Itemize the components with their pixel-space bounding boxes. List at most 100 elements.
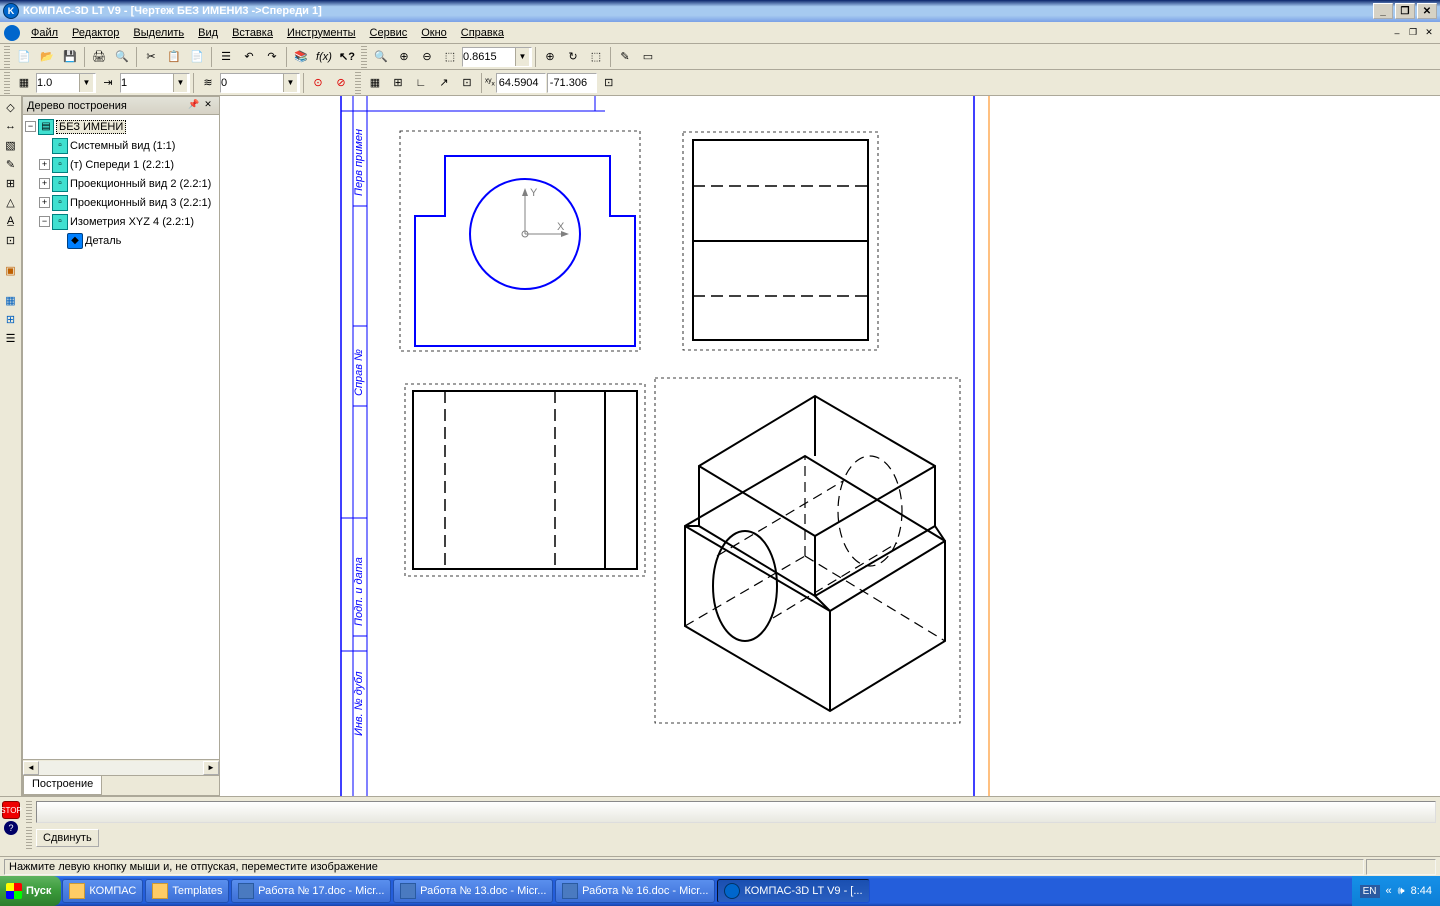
maximize-button[interactable]: ❐ — [1395, 3, 1415, 19]
snap-on-icon[interactable]: ⊙ — [307, 72, 329, 94]
new-icon[interactable]: 📄 — [13, 46, 35, 68]
tree-item[interactable]: + ▫ Проекционный вид 2 (2.2:1) — [25, 174, 217, 193]
views-icon[interactable]: ▣ — [2, 261, 20, 279]
menu-help[interactable]: Справка — [454, 25, 511, 41]
layer-combo[interactable]: ▼ — [220, 73, 300, 93]
print-icon[interactable]: 🖨 — [88, 46, 110, 68]
dims-icon[interactable]: ↔ — [2, 117, 20, 135]
local-cs-icon[interactable]: ∟ — [410, 72, 432, 94]
tree-item[interactable]: + ▫ (т) Спереди 1 (2.2:1) — [25, 155, 217, 174]
menu-view[interactable]: Вид — [191, 25, 225, 41]
taskbar-item-active[interactable]: КОМПАС-3D LT V9 - [... — [717, 879, 869, 903]
zoom-input[interactable] — [463, 49, 515, 65]
zoom-in-icon[interactable]: ⊕ — [393, 46, 415, 68]
grid-icon[interactable]: ▦ — [364, 72, 386, 94]
grip[interactable] — [361, 46, 367, 68]
taskbar-item[interactable]: КОМПАС — [62, 879, 143, 903]
undo-icon[interactable]: ↶ — [238, 46, 260, 68]
tab-build[interactable]: Построение — [23, 776, 102, 795]
spec-icon[interactable]: ▦ — [2, 291, 20, 309]
doc-close[interactable]: ✕ — [1422, 26, 1436, 40]
refresh-icon[interactable]: ▭ — [637, 46, 659, 68]
menu-window[interactable]: Окно — [414, 25, 454, 41]
taskbar-item[interactable]: Работа № 16.doc - Micr... — [555, 879, 715, 903]
tree-item[interactable]: + ▫ Проекционный вид 3 (2.2:1) — [25, 193, 217, 212]
step-icon[interactable]: ⇥ — [97, 72, 119, 94]
pan-icon[interactable]: ⊕ — [539, 46, 561, 68]
coord-x-input[interactable] — [496, 73, 546, 93]
tray-chevron-icon[interactable]: « — [1386, 885, 1392, 897]
tray-icon[interactable]: 🕪 — [1398, 885, 1405, 898]
table-icon[interactable]: ⊞ — [2, 310, 20, 328]
taskbar-item[interactable]: Работа № 13.doc - Micr... — [393, 879, 553, 903]
state-icon[interactable]: ▦ — [13, 72, 35, 94]
geometry-icon[interactable]: ◇ — [2, 98, 20, 116]
grip[interactable] — [26, 801, 32, 823]
menu-insert[interactable]: Вставка — [225, 25, 280, 41]
menu-select[interactable]: Выделить — [126, 25, 191, 41]
layer-input[interactable] — [221, 75, 283, 91]
linewidth-input[interactable] — [37, 75, 79, 91]
tree-scrollbar[interactable]: ◄► — [23, 759, 219, 775]
property-input[interactable] — [36, 801, 1436, 823]
system-tray[interactable]: EN « 🕪 8:44 — [1352, 876, 1440, 906]
doc-minimize[interactable]: – — [1390, 26, 1404, 40]
grip[interactable] — [4, 72, 10, 94]
language-indicator[interactable]: EN — [1360, 885, 1380, 898]
clock[interactable]: 8:44 — [1411, 885, 1432, 897]
select-icon[interactable]: A̲ — [2, 212, 20, 230]
chevron-down-icon[interactable]: ▼ — [283, 74, 297, 92]
help-icon[interactable]: ? — [4, 821, 18, 835]
doc-restore[interactable]: ❐ — [1406, 26, 1420, 40]
minimize-button[interactable]: _ — [1373, 3, 1393, 19]
global-snap-icon[interactable]: ⊡ — [456, 72, 478, 94]
redraw-icon[interactable]: ✎ — [614, 46, 636, 68]
zoom-fit-icon[interactable]: 🔍 — [370, 46, 392, 68]
save-icon[interactable]: 💾 — [59, 46, 81, 68]
param-icon[interactable]: ⊞ — [2, 174, 20, 192]
menu-tools[interactable]: Инструменты — [280, 25, 363, 41]
help-cursor-icon[interactable]: ↖? — [336, 46, 358, 68]
tree-item-detail[interactable]: ◆ Деталь — [25, 231, 217, 250]
chevron-down-icon[interactable]: ▼ — [79, 74, 93, 92]
close-button[interactable]: ✕ — [1417, 3, 1437, 19]
rotate-icon[interactable]: ↻ — [562, 46, 584, 68]
open-icon[interactable]: 📂 — [36, 46, 58, 68]
variables-icon[interactable]: f(x) — [313, 46, 335, 68]
redo-icon[interactable]: ↷ — [261, 46, 283, 68]
ortho-icon[interactable]: ⊞ — [387, 72, 409, 94]
tree-root[interactable]: − ▤ БЕЗ ИМЕНИ — [25, 117, 217, 136]
grip[interactable] — [355, 72, 361, 94]
taskbar-item[interactable]: Templates — [145, 879, 229, 903]
snap-off-icon[interactable]: ⊘ — [330, 72, 352, 94]
stop-icon[interactable]: STOP — [2, 801, 20, 819]
grip[interactable] — [26, 827, 32, 849]
preview-icon[interactable]: 🔍 — [111, 46, 133, 68]
measure-icon[interactable]: △ — [2, 193, 20, 211]
move-button[interactable]: Сдвинуть — [36, 829, 99, 847]
tree-close-icon[interactable]: ✕ — [201, 99, 215, 113]
paste-icon[interactable]: 📄 — [186, 46, 208, 68]
zoom-combo[interactable]: ▼ — [462, 47, 532, 67]
chevron-down-icon[interactable]: ▼ — [515, 48, 529, 66]
zoom-out-icon[interactable]: ⊖ — [416, 46, 438, 68]
step-input[interactable] — [121, 75, 173, 91]
linewidth-combo[interactable]: ▼ — [36, 73, 96, 93]
library-icon[interactable]: 📚 — [290, 46, 312, 68]
drawing-canvas[interactable]: Перв примен Справ № Подп. и дата Инв. № … — [220, 96, 1440, 796]
menu-file[interactable]: Файл — [24, 25, 65, 41]
properties-icon[interactable]: ☰ — [215, 46, 237, 68]
report-icon[interactable]: ☰ — [2, 329, 20, 347]
coord-y-input[interactable] — [547, 73, 597, 93]
menu-service[interactable]: Сервис — [363, 25, 415, 41]
taskbar-item[interactable]: Работа № 17.doc - Micr... — [231, 879, 391, 903]
round-icon[interactable]: ↗ — [433, 72, 455, 94]
layer-icon[interactable]: ≋ — [197, 72, 219, 94]
assoc-icon[interactable]: ⊡ — [2, 231, 20, 249]
chevron-down-icon[interactable]: ▼ — [173, 74, 187, 92]
copy-icon[interactable]: 📋 — [163, 46, 185, 68]
tree-item[interactable]: − ▫ Изометрия XYZ 4 (2.2:1) — [25, 212, 217, 231]
orient-icon[interactable]: ⬚ — [585, 46, 607, 68]
edit-icon[interactable]: ✎ — [2, 155, 20, 173]
zoom-window-icon[interactable]: ⬚ — [439, 46, 461, 68]
